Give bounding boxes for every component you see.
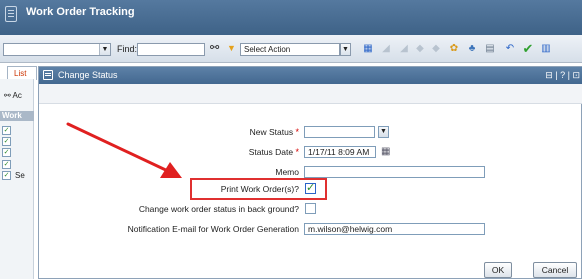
change-background-checkbox[interactable]: [305, 203, 316, 214]
toolbar: ▼ Find: ⚯ ▼ Select Action ▼ ▦ ◢ ◢ ◆ ◆ ✿ …: [0, 35, 582, 63]
memo-input[interactable]: [304, 166, 485, 178]
status-date-label: Status Date *: [248, 147, 299, 157]
find-input[interactable]: [137, 43, 205, 56]
select-action-label: Select Action: [244, 45, 291, 54]
report-icon[interactable]: ▤: [484, 43, 496, 55]
binoculars-icon[interactable]: ⚯: [210, 41, 219, 54]
back-icon[interactable]: ↶: [504, 43, 516, 55]
chevron-down-icon[interactable]: ▼: [340, 43, 351, 56]
next-icon[interactable]: ◆: [430, 43, 442, 55]
clear-icon[interactable]: ◢: [398, 43, 410, 55]
document-icon: [5, 6, 17, 22]
app-title-bar: Work Order Tracking: [0, 0, 582, 35]
background-actions-label: ⚯ Ac: [4, 91, 22, 100]
highlight-box: [190, 178, 327, 200]
new-status-label: New Status *: [249, 127, 299, 137]
list-checkbox[interactable]: ✓: [2, 137, 11, 146]
new-status-select[interactable]: [304, 126, 375, 138]
approve-icon[interactable]: ✔: [522, 42, 534, 55]
status-date-input[interactable]: 1/17/11 8:09 AM: [304, 146, 376, 158]
chevron-down-icon[interactable]: ▼: [378, 126, 389, 138]
select-action-dropdown[interactable]: Select Action ▼: [240, 43, 351, 56]
background-work-header: Work: [0, 111, 34, 121]
change-background-label: Change work order status in back ground?: [138, 204, 299, 214]
required-icon: *: [295, 147, 299, 157]
list-checkbox[interactable]: ✓: [2, 148, 11, 157]
notification-email-input[interactable]: m.wilson@helwig.com: [304, 223, 485, 235]
chevron-down-icon[interactable]: ▼: [99, 44, 110, 55]
filter-icon[interactable]: ▼: [227, 43, 236, 53]
dialog-icon: [43, 70, 53, 80]
query-select[interactable]: ▼: [3, 43, 111, 56]
background-list-panel: ⚯ Ac Work ✓ ✓ ✓ ✓ ✓ Se: [0, 79, 34, 279]
chart-icon[interactable]: ▥: [540, 43, 552, 55]
list-checkbox[interactable]: ✓: [2, 126, 11, 135]
required-icon: *: [295, 127, 299, 137]
dialog-header: Change Status ⊟ | ? | ⊡: [39, 67, 582, 84]
prev-icon[interactable]: ◆: [414, 43, 426, 55]
app-title: Work Order Tracking: [26, 6, 135, 18]
tab-list[interactable]: List: [7, 66, 37, 80]
cancel-button[interactable]: Cancel: [533, 262, 577, 278]
memo-label: Memo: [275, 167, 299, 177]
notification-email-label: Notification E-mail for Work Order Gener…: [127, 224, 299, 234]
list-checkbox[interactable]: ✓: [2, 160, 11, 169]
dialog-subheader: [39, 84, 582, 104]
save-icon[interactable]: ◢: [380, 43, 392, 55]
calendar-icon[interactable]: ▦: [362, 43, 374, 55]
background-se-label: Se: [15, 171, 25, 180]
dialog-controls[interactable]: ⊟ | ? | ⊡: [545, 70, 580, 81]
ok-button[interactable]: OK: [484, 262, 512, 278]
calendar-icon[interactable]: ▦: [381, 146, 390, 157]
list-checkbox[interactable]: ✓: [2, 171, 11, 180]
find-label: Find:: [117, 44, 138, 54]
people-icon[interactable]: ♣: [466, 43, 478, 55]
workflow-icon[interactable]: ✿: [448, 43, 460, 55]
dialog-title: Change Status: [58, 70, 118, 80]
